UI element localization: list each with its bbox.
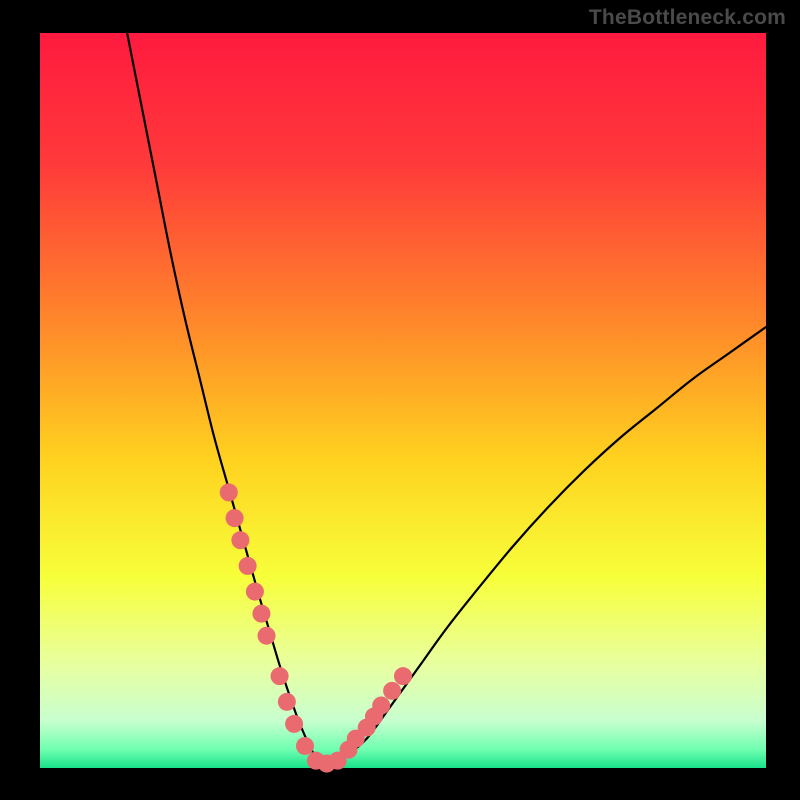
marker-point	[226, 509, 244, 527]
marker-point	[252, 605, 270, 623]
marker-point	[239, 557, 257, 575]
bottleneck-chart	[0, 0, 800, 800]
marker-point	[271, 667, 289, 685]
marker-point	[220, 483, 238, 501]
chart-stage: TheBottleneck.com	[0, 0, 800, 800]
marker-point	[296, 737, 314, 755]
marker-point	[383, 682, 401, 700]
marker-point	[372, 697, 390, 715]
marker-point	[285, 715, 303, 733]
marker-point	[278, 693, 296, 711]
marker-point	[258, 627, 276, 645]
marker-point	[394, 667, 412, 685]
marker-point	[231, 531, 249, 549]
marker-point	[246, 583, 264, 601]
